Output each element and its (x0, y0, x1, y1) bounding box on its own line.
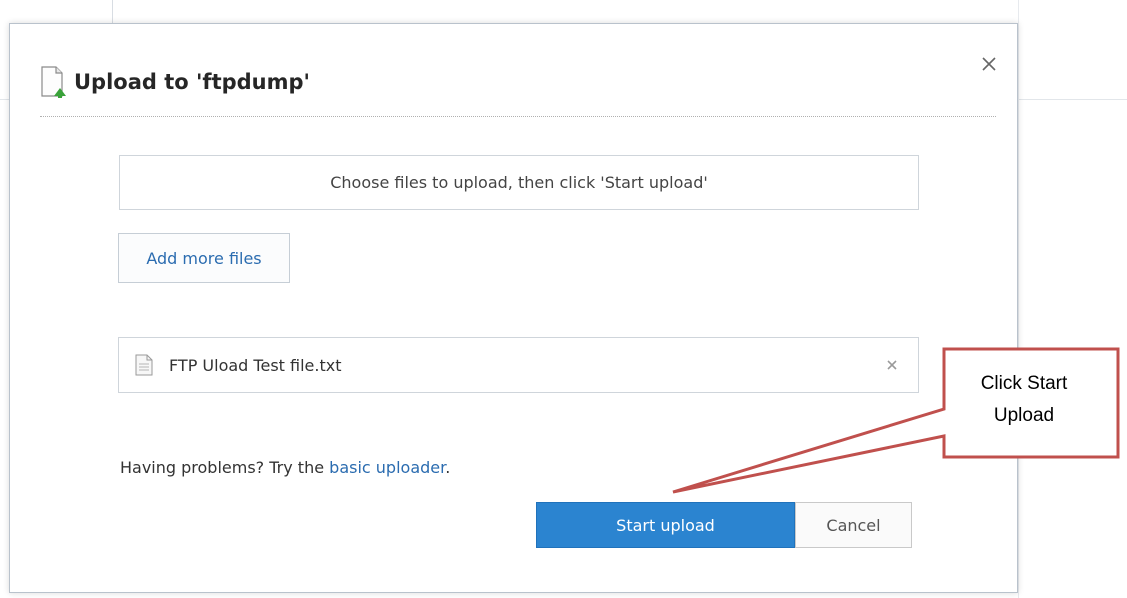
upload-dialog: Upload to 'ftpdump' Choose files to uplo… (9, 23, 1018, 593)
background-divider (1018, 0, 1019, 598)
start-upload-label: Start upload (616, 515, 715, 535)
header-divider (40, 116, 996, 117)
callout-line-1: Click Start (980, 373, 1068, 394)
callout-line-2: Upload (993, 405, 1055, 426)
add-more-files-label: Add more files (146, 248, 262, 268)
basic-uploader-link[interactable]: basic uploader (329, 458, 445, 477)
document-upload-icon (40, 66, 66, 98)
remove-icon[interactable] (872, 345, 912, 385)
file-dropzone[interactable]: Choose files to upload, then click 'Star… (119, 155, 919, 210)
help-prefix: Having problems? Try the (120, 458, 330, 477)
file-list-item: FTP Uload Test file.txt (118, 337, 919, 393)
start-upload-button[interactable]: Start upload (536, 502, 795, 548)
file-name: FTP Uload Test file.txt (169, 355, 342, 375)
callout-text: Click Start Upload (950, 368, 1098, 448)
dialog-header: Upload to 'ftpdump' (40, 62, 310, 102)
dropzone-instructions: Choose files to upload, then click 'Star… (330, 173, 708, 192)
text-file-icon (135, 354, 153, 376)
dialog-title: Upload to 'ftpdump' (74, 70, 310, 94)
cancel-label: Cancel (826, 515, 881, 535)
background-divider (112, 0, 113, 24)
close-icon[interactable] (977, 52, 1001, 76)
cancel-button[interactable]: Cancel (795, 502, 912, 548)
help-suffix: . (445, 458, 451, 477)
background-divider (1018, 99, 1127, 100)
background-page (0, 0, 1127, 10)
add-more-files-button[interactable]: Add more files (118, 233, 290, 283)
help-text: Having problems? Try the basic uploader. (120, 458, 450, 477)
